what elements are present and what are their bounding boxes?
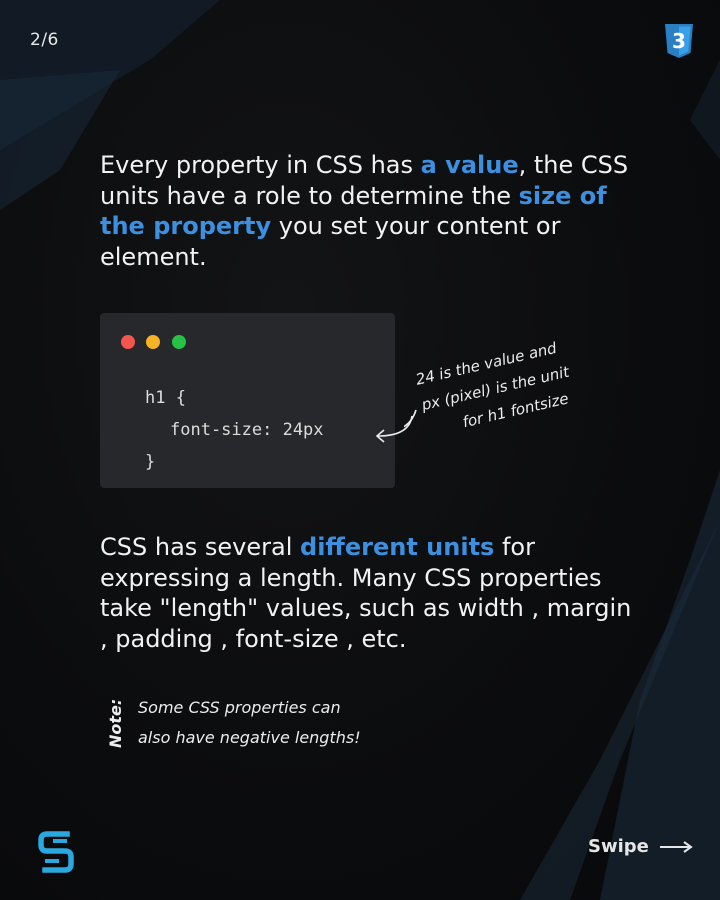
note-label-text: Note: — [106, 699, 125, 748]
note-line-1: Some CSS properties can — [138, 698, 341, 717]
brand-logo — [38, 831, 74, 873]
arrow-right-icon — [659, 840, 693, 853]
css3-icon-label: 3 — [672, 29, 686, 53]
swipe-button[interactable]: Swipe — [588, 836, 693, 857]
code-line-3: } — [145, 452, 156, 472]
code-line-1: h1 { — [145, 388, 186, 408]
swipe-label: Swipe — [588, 836, 649, 857]
window-maximize-dot — [172, 335, 186, 349]
annotation-arrow-head-icon — [375, 415, 413, 443]
intro-text-1: Every property in CSS has — [100, 151, 421, 179]
intro-highlight-value: a value — [420, 151, 519, 179]
units-highlight: different units — [300, 533, 495, 561]
note-line-2: also have negative lengths! — [138, 728, 361, 747]
window-minimize-dot — [146, 335, 160, 349]
intro-paragraph: Every property in CSS has a value, the C… — [100, 150, 640, 272]
window-close-dot — [121, 335, 135, 349]
css3-icon: 3 — [665, 24, 693, 58]
units-text-1: CSS has several — [100, 533, 301, 561]
slide: 2/6 3 Every property in CSS has a value,… — [0, 0, 720, 900]
code-window: h1 { font-size: 24px } — [100, 313, 395, 488]
code-annotation: 24 is the value and px (pixel) is the un… — [404, 339, 572, 431]
page-indicator: 2/6 — [30, 30, 59, 50]
code-line-2: font-size: 24px — [170, 420, 324, 440]
units-paragraph: CSS has several different units for expr… — [100, 532, 640, 654]
note-label: Note: — [106, 699, 125, 748]
